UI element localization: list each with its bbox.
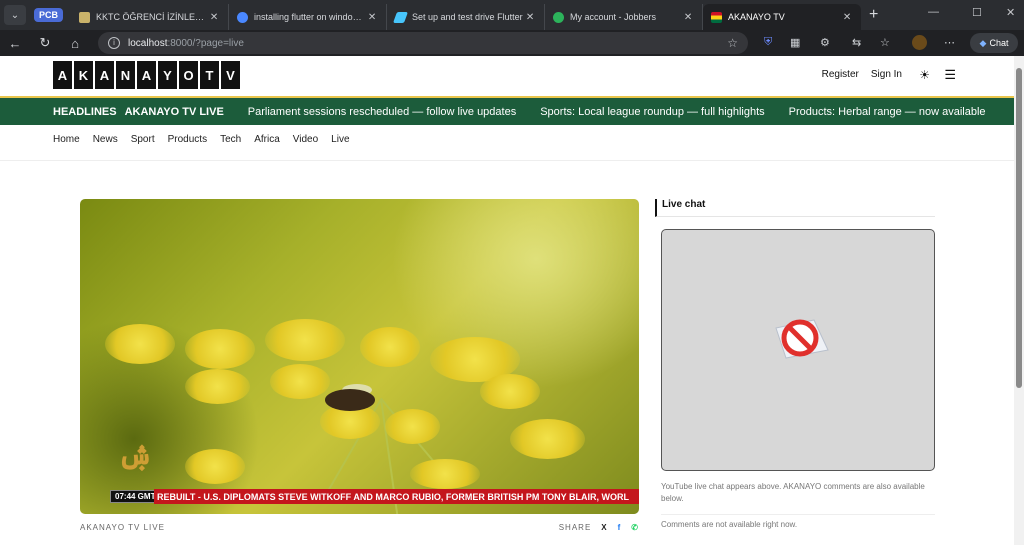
player-footer: AKANAYO TV LIVE SHARE X f ✆ [80,523,639,532]
ghana-flag-favicon-icon [711,11,723,23]
nav-item-live[interactable]: Live [331,134,349,145]
player-caption: AKANAYO TV LIVE [80,523,165,532]
channel-watermark-icon: ۺ [118,438,154,471]
nav-item-home[interactable]: Home [53,134,80,145]
live-chat-title: Live chat [655,199,935,217]
site-info-icon[interactable]: i [108,37,120,49]
site-logo[interactable]: A K A N A Y O T V [53,61,240,89]
tab-favicon-icon [237,11,249,23]
nav-item-news[interactable]: News [93,134,118,145]
nav-item-africa[interactable]: Africa [254,134,280,145]
browser-tab-strip: ⌄ PCB KKTC ÖĞRENCİ İZİNLERİ SİSTEMİ ✕ in… [0,0,1024,30]
chat-label: Chat [989,38,1009,48]
ticker-label: HEADLINES [53,105,117,118]
share-whatsapp-icon[interactable]: ✆ [631,523,639,532]
tab-favicon-icon [79,11,91,23]
register-link[interactable]: Register [822,69,859,80]
tab-title: AKANAYO TV [728,12,785,22]
avatar[interactable] [912,35,927,50]
browser-tab[interactable]: installing flutter on windows - Se ✕ [229,4,388,30]
ticker-live-label: AKANAYO TV LIVE [124,105,224,118]
browser-tab[interactable]: My account - Jobbers ✕ [545,4,704,30]
live-chat-note: YouTube live chat appears above. AKANAYO… [661,482,925,503]
site-nav: Home News Sport Products Tech Africa Vid… [53,134,350,145]
sign-in-link[interactable]: Sign In [871,69,902,80]
share-x-icon[interactable]: X [601,523,607,532]
site-header: A K A N A Y O T V Register Sign In ☀ ☰ [0,56,1014,96]
live-video-player[interactable]: ۺ 07:44 GMT REBUILT - U.S. DIPLOMATS STE… [80,199,639,514]
hamburger-menu-icon[interactable]: ☰ [944,67,956,83]
favorite-star-icon[interactable]: ☆ [727,36,738,50]
blocked-content-icon [775,319,829,359]
home-icon[interactable]: ⌂ [60,36,90,51]
more-icon[interactable]: ⋯ [944,36,955,49]
page-scrollbar[interactable] [1014,56,1024,545]
close-tab-icon[interactable]: ✕ [366,12,378,23]
broadcast-clock: 07:44 GMT [110,490,161,503]
nav-item-products[interactable]: Products [168,134,207,145]
profile-badge[interactable]: PCB [34,8,64,22]
window-close-icon[interactable]: ✕ [1006,6,1015,19]
comments-status: Comments are not available right now. [661,514,935,529]
nav-item-sport[interactable]: Sport [131,134,155,145]
url-path: :8000/?page=live [167,37,244,49]
minimize-icon[interactable]: — [928,6,939,18]
browser-tab[interactable]: Set up and test drive Flutter ✕ [387,4,546,30]
tab-title: Set up and test drive Flutter [412,12,523,22]
live-chat-panel: Live chat YouTube live chat appears abov… [655,199,935,529]
tab-actions-menu[interactable]: ⌄ [4,5,26,25]
nav-item-tech[interactable]: Tech [220,134,241,145]
split-screen-icon[interactable]: ⇆ [852,36,861,49]
tab-favicon-icon [553,11,565,23]
theme-toggle-icon[interactable]: ☀ [919,68,930,82]
close-tab-icon[interactable]: ✕ [208,12,220,23]
news-crawl: REBUILT - U.S. DIPLOMATS STEVE WITKOFF A… [154,489,639,504]
scrollbar-thumb[interactable] [1016,68,1022,388]
extensions-icon[interactable]: ⚙ [820,36,830,49]
headline-ticker: HEADLINES AKANAYO TV LIVE Parliament ses… [0,96,1014,125]
ticker-item[interactable]: Sports: Local league roundup — full high… [540,106,764,118]
ticker-item[interactable]: Products: Herbal range — now available [789,106,986,118]
share-bar: SHARE X f ✆ [559,523,639,532]
close-tab-icon[interactable]: ✕ [841,12,853,23]
tab-title: My account - Jobbers [570,12,657,22]
close-tab-icon[interactable]: ✕ [682,12,694,23]
auth-links: Register Sign In [822,69,902,80]
new-tab-icon[interactable]: + [869,6,878,24]
maximize-icon[interactable]: ☐ [972,6,982,19]
address-bar[interactable]: i localhost:8000/?page=live ☆ [98,32,748,54]
tab-title: installing flutter on windows - Se [254,12,366,22]
nav-divider [0,160,1014,161]
tab-title: KKTC ÖĞRENCİ İZİNLERİ SİSTEMİ [96,12,208,22]
copilot-chat-button[interactable]: ◆ Chat [970,33,1018,53]
close-tab-icon[interactable]: ✕ [524,12,536,23]
favorites-icon[interactable]: ☆ [880,36,890,49]
copilot-icon: ◆ [979,37,987,48]
browser-tab[interactable]: KKTC ÖĞRENCİ İZİNLERİ SİSTEMİ ✕ [71,4,230,30]
ticker-item[interactable]: Parliament sessions rescheduled — follow… [248,106,516,118]
nav-item-video[interactable]: Video [293,134,318,145]
share-facebook-icon[interactable]: f [618,523,622,532]
extension-icon[interactable]: ⛨ [764,36,772,49]
live-chat-frame[interactable] [661,229,935,471]
bee-icon [325,389,375,411]
page-viewport: A K A N A Y O T V Register Sign In ☀ ☰ H… [0,56,1014,545]
share-label: SHARE [558,523,592,532]
flutter-favicon-icon [393,11,409,23]
back-icon[interactable]: ← [0,36,30,51]
browser-toolbar: ← ↻ ⌂ i localhost:8000/?page=live ☆ ⛨ ▦ … [0,30,1024,56]
browser-tab-active[interactable]: AKANAYO TV ✕ [703,4,862,30]
reload-icon[interactable]: ↻ [30,35,60,51]
url-host: localhost [128,37,168,49]
reading-view-icon[interactable]: ▦ [790,36,800,49]
